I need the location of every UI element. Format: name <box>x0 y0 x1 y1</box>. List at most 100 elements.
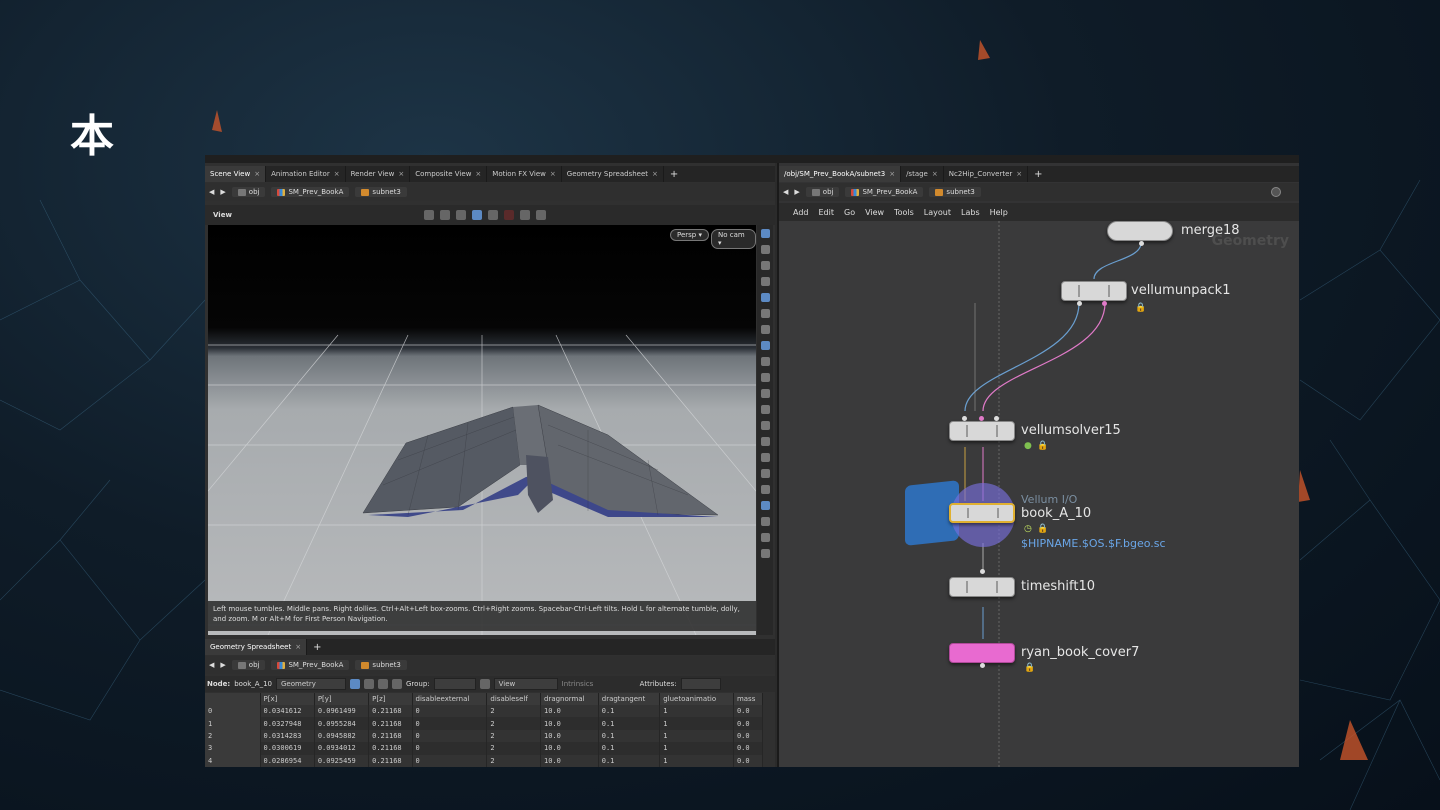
camera-icon[interactable] <box>519 210 530 220</box>
back-arrow-icon[interactable]: ◀ <box>783 188 788 196</box>
lock-icon[interactable]: 🔒 <box>1024 663 1035 673</box>
corner-icon[interactable] <box>760 485 770 494</box>
3d-viewport[interactable]: Persp ▾ No cam ▾ <box>208 225 756 635</box>
perspective-icon[interactable] <box>760 229 770 238</box>
dot-icon[interactable] <box>760 389 770 398</box>
close-icon[interactable]: × <box>398 170 404 178</box>
bulb-icon[interactable] <box>760 309 770 318</box>
close-icon[interactable]: × <box>550 170 556 178</box>
measure-icon[interactable] <box>760 437 770 446</box>
close-icon[interactable]: × <box>475 170 481 178</box>
menu-tools[interactable]: Tools <box>894 208 914 217</box>
detail-icon[interactable] <box>392 679 402 689</box>
breadcrumb-asset[interactable]: SM_Prev_BookA <box>271 187 350 197</box>
record-icon[interactable] <box>503 210 514 220</box>
output-connector[interactable] <box>1077 301 1082 306</box>
column-header[interactable]: P[y] <box>314 693 370 705</box>
column-header[interactable]: dragnormal <box>540 693 599 705</box>
view-dropdown[interactable]: View <box>493 678 558 690</box>
filter-icon[interactable] <box>479 679 490 689</box>
sphere-icon[interactable] <box>760 277 770 286</box>
network-editor[interactable]: Geometry merge18 vellumunpack1 🔒 vellums… <box>779 221 1299 767</box>
tab-composite-view[interactable]: Composite View × <box>410 166 488 182</box>
breadcrumb-obj[interactable]: obj <box>805 187 840 197</box>
menu-go[interactable]: Go <box>844 208 855 217</box>
column-header[interactable]: disableexternal <box>412 693 488 705</box>
display-icon[interactable] <box>487 210 498 220</box>
light-icon[interactable] <box>760 261 770 270</box>
breadcrumb-asset[interactable]: SM_Prev_BookA <box>845 187 924 197</box>
pen-icon[interactable] <box>760 421 770 430</box>
close-icon[interactable]: × <box>889 170 895 178</box>
input-connector[interactable] <box>994 416 999 421</box>
rotate-tool-icon[interactable] <box>455 210 466 220</box>
lock-icon[interactable]: 🔒 <box>1037 441 1048 451</box>
menu-view[interactable]: View <box>865 208 884 217</box>
move-tool-icon[interactable] <box>439 210 450 220</box>
breadcrumb-obj[interactable]: obj <box>231 660 266 670</box>
table-row[interactable]: 3 0.0300619 0.0934012 0.21168 0 2 10.0 0.1 1 0.0 <box>205 742 764 755</box>
column-header[interactable] <box>205 693 261 705</box>
table-row[interactable]: 0 0.0341612 0.0961499 0.21168 0 2 10.0 0.1 1 0.0 <box>205 705 764 718</box>
attributes-input[interactable] <box>680 678 721 690</box>
persp-dropdown[interactable]: Persp ▾ <box>670 229 709 241</box>
snap-icon[interactable] <box>471 210 482 220</box>
close-icon[interactable]: × <box>334 170 340 178</box>
breadcrumb-asset[interactable]: SM_Prev_BookA <box>271 660 350 670</box>
node-book-a-10[interactable] <box>949 503 1015 523</box>
tab-subnet3-network[interactable]: /obj/SM_Prev_BookA/subnet3 × <box>779 166 902 182</box>
node-ryan-book-cover7[interactable] <box>949 643 1015 663</box>
tab-geometry-spreadsheet[interactable]: Geometry Spreadsheet × <box>562 166 664 182</box>
cut-icon[interactable] <box>760 357 770 366</box>
tab-animation-editor[interactable]: Animation Editor × <box>266 166 346 182</box>
camera-dropdown[interactable]: No cam ▾ <box>711 229 756 249</box>
column-header[interactable]: P[x] <box>260 693 315 705</box>
menu-labs[interactable]: Labs <box>961 208 980 217</box>
column-header[interactable]: disableself <box>486 693 541 705</box>
tab-geometry-spreadsheet-bottom[interactable]: Geometry Spreadsheet × <box>205 639 308 655</box>
grid-icon[interactable] <box>760 469 770 478</box>
tab-render-view[interactable]: Render View × <box>346 166 411 182</box>
frame-icon[interactable] <box>760 341 770 350</box>
brush-icon[interactable] <box>760 373 770 382</box>
vertices-icon[interactable] <box>364 679 374 689</box>
tab-scene-view[interactable]: Scene View × <box>205 166 267 182</box>
input-connector[interactable] <box>980 569 985 574</box>
tab-nc2hip-converter[interactable]: Nc2Hip_Converter × <box>944 166 1029 182</box>
light-link-icon[interactable] <box>760 325 770 334</box>
forward-arrow-icon[interactable]: ▶ <box>220 188 225 196</box>
lock-icon[interactable]: 🔒 <box>1037 524 1048 534</box>
close-icon[interactable]: × <box>652 170 658 178</box>
column-header[interactable]: mass <box>733 693 764 705</box>
table-row[interactable]: 4 0.0286954 0.0925459 0.21168 0 2 10.0 0.1 1 0.0 <box>205 754 764 767</box>
breadcrumb-subnet[interactable]: subnet3 <box>929 187 981 197</box>
points-icon[interactable] <box>350 679 360 689</box>
add-tab-icon[interactable]: + <box>1028 169 1048 180</box>
back-arrow-icon[interactable]: ◀ <box>209 661 214 669</box>
snap-grid-icon[interactable] <box>760 533 770 542</box>
node-vellumsolver15[interactable] <box>949 421 1015 441</box>
input-connector[interactable] <box>962 416 967 421</box>
tab-stage[interactable]: /stage × <box>901 166 944 182</box>
lock-icon[interactable]: 🔒 <box>1135 303 1146 313</box>
intrinsics-dropdown[interactable]: Intrinsics <box>562 680 636 688</box>
layers-icon[interactable] <box>760 549 770 558</box>
breadcrumb-subnet[interactable]: subnet3 <box>355 187 407 197</box>
help-icon[interactable] <box>1271 187 1281 197</box>
close-icon[interactable]: × <box>932 170 938 178</box>
add-tab-icon[interactable]: + <box>307 642 327 653</box>
breadcrumb-subnet[interactable]: subnet3 <box>355 660 407 670</box>
arrow-icon[interactable] <box>760 405 770 414</box>
primitives-icon[interactable] <box>378 679 388 689</box>
close-icon[interactable]: × <box>254 170 260 178</box>
palette-icon[interactable] <box>760 453 770 462</box>
menu-edit[interactable]: Edit <box>819 208 835 217</box>
column-header[interactable]: dragtangent <box>598 693 661 705</box>
output-connector[interactable] <box>1102 301 1107 306</box>
input-connector[interactable] <box>979 416 984 421</box>
group-icon[interactable] <box>760 517 770 526</box>
menu-help[interactable]: Help <box>990 208 1008 217</box>
forward-arrow-icon[interactable]: ▶ <box>794 188 799 196</box>
add-tab-icon[interactable]: + <box>664 169 684 180</box>
ghost-icon[interactable] <box>760 293 770 302</box>
